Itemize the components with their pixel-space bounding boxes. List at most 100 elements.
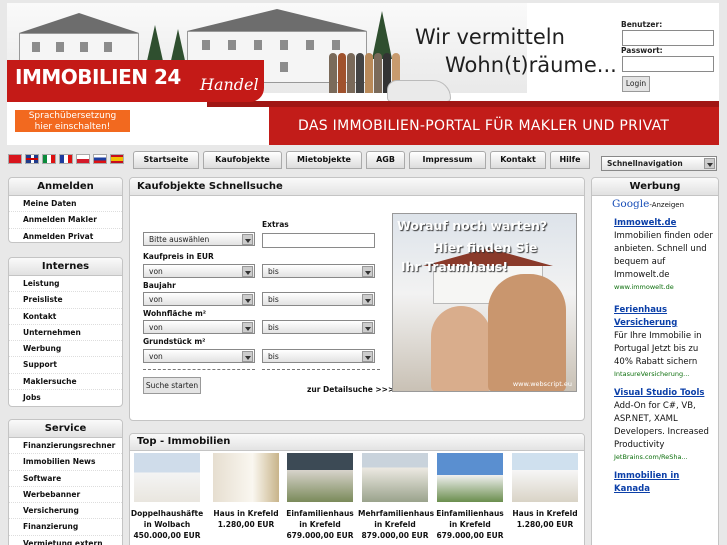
password-input[interactable] bbox=[622, 56, 714, 72]
promo-man-photo bbox=[488, 274, 566, 391]
login-button[interactable]: Login bbox=[622, 76, 650, 92]
logo-text: IMMOBILIEN 24 bbox=[15, 65, 181, 89]
chevron-down-icon bbox=[242, 351, 253, 362]
category-select[interactable]: Bitte auswählen bbox=[143, 232, 255, 246]
tab-kaufobjekte[interactable]: Kaufobjekte bbox=[203, 151, 282, 169]
tab-impressum[interactable]: Impressum bbox=[409, 151, 486, 169]
extras-input[interactable] bbox=[262, 233, 375, 248]
user-input[interactable] bbox=[622, 30, 714, 46]
promo-banner[interactable]: Worauf noch warten? Hier finden Sie Ihr … bbox=[392, 213, 577, 392]
tree-illustration bbox=[147, 25, 163, 61]
land-to-select[interactable]: bis bbox=[262, 349, 375, 363]
chevron-down-icon bbox=[242, 322, 253, 333]
menu-item-software[interactable]: Software bbox=[9, 471, 122, 487]
poland-flag-icon[interactable] bbox=[76, 154, 90, 164]
menu-item-versicherung[interactable]: Versicherung bbox=[9, 503, 122, 520]
menu-item-werbebanner[interactable]: Werbebanner bbox=[9, 487, 122, 504]
property-price: 679.000,00 EUR bbox=[286, 531, 354, 540]
top-item-5[interactable]: Einfamilienhaus in Krefeld 679.000,00 EU… bbox=[433, 453, 507, 541]
living-from-select[interactable]: von bbox=[143, 320, 255, 334]
portal-tagline: DAS IMMOBILIEN-PORTAL FÜR MAKLER UND PRI… bbox=[298, 118, 670, 134]
ad-title-1[interactable]: Immowelt.de bbox=[614, 217, 714, 230]
top-immobilien-title: Top - Immobilien bbox=[130, 434, 584, 451]
ad-url-2[interactable]: IntasureVersicherung... bbox=[614, 369, 714, 379]
top-item-6[interactable]: Haus in Krefeld 1.280,00 EUR bbox=[508, 453, 582, 530]
service-box: Service Finanzierungsrechner Immobilien … bbox=[8, 419, 123, 545]
chevron-down-icon bbox=[242, 266, 253, 277]
translation-line1: Sprachübersetzung bbox=[28, 111, 117, 121]
tab-hilfe[interactable]: Hilfe bbox=[550, 151, 590, 169]
anmelden-title: Anmelden bbox=[9, 178, 122, 196]
year-from-value: von bbox=[149, 295, 163, 304]
menu-item-preisliste[interactable]: Preisliste bbox=[9, 292, 122, 309]
menu-item-unternehmen[interactable]: Unternehmen bbox=[9, 325, 122, 342]
detail-search-link[interactable]: zur Detailsuche >>> bbox=[307, 385, 394, 394]
menu-item-maklersuche[interactable]: Maklersuche bbox=[9, 374, 122, 391]
top-item-4[interactable]: Mehrfamilienhaus in Krefeld 879.000,00 E… bbox=[358, 453, 435, 541]
divider bbox=[143, 369, 255, 370]
ad-title-4[interactable]: Immobilien in Kanada bbox=[614, 470, 714, 496]
menu-item-meine-daten[interactable]: Meine Daten bbox=[9, 196, 122, 213]
chevron-down-icon bbox=[362, 294, 373, 305]
top-item-2[interactable]: Haus in Krefeld 1.280,00 EUR bbox=[209, 453, 283, 530]
spain-flag-icon[interactable] bbox=[110, 154, 124, 164]
top-item-1[interactable]: Doppelhaushäfte in Wolbach 450.000,00 EU… bbox=[130, 453, 204, 541]
menu-item-immobilien-news[interactable]: Immobilien News bbox=[9, 454, 122, 471]
property-price: 879.000,00 EUR bbox=[361, 531, 429, 540]
divider bbox=[262, 369, 380, 370]
tab-kontakt[interactable]: Kontakt bbox=[490, 151, 546, 169]
ad-title-2[interactable]: Ferienhaus Versicherung bbox=[614, 304, 714, 330]
menu-item-finanzierungsrechner[interactable]: Finanzierungsrechner bbox=[9, 438, 122, 455]
search-start-button[interactable]: Suche starten bbox=[143, 377, 201, 394]
menu-item-leistung[interactable]: Leistung bbox=[9, 276, 122, 293]
property-name: Mehrfamilienhaus in Krefeld bbox=[358, 509, 435, 529]
uk-flag-icon[interactable] bbox=[25, 154, 39, 164]
menu-item-kontakt[interactable]: Kontakt bbox=[9, 309, 122, 325]
menu-item-support[interactable]: Support bbox=[9, 357, 122, 374]
ad-title-3[interactable]: Visual Studio Tools bbox=[614, 387, 714, 400]
tree-illustration bbox=[372, 11, 392, 59]
menu-item-jobs[interactable]: Jobs bbox=[9, 390, 122, 406]
menu-item-anmelden-privat[interactable]: Anmelden Privat bbox=[9, 229, 122, 245]
france-flag-icon[interactable] bbox=[59, 154, 73, 164]
ad-url-3[interactable]: JetBrains.com/ReSha... bbox=[614, 452, 714, 462]
land-from-select[interactable]: von bbox=[143, 349, 255, 363]
menu-item-anmelden-makler[interactable]: Anmelden Makler bbox=[9, 212, 122, 229]
russia-flag-icon[interactable] bbox=[93, 154, 107, 164]
promo-line2: Hier finden Sie bbox=[433, 240, 538, 255]
anmelden-box: Anmelden Meine Daten Anmelden Makler Anm… bbox=[8, 177, 123, 243]
living-from-value: von bbox=[149, 323, 163, 332]
top-item-3[interactable]: Einfamilienhaus in Krefeld 679.000,00 EU… bbox=[283, 453, 357, 541]
google-logo: Google bbox=[612, 198, 650, 210]
chevron-down-icon bbox=[362, 351, 373, 362]
password-label: Passwort: bbox=[621, 46, 663, 55]
quick-navigation-select[interactable]: Schnellnavigation bbox=[601, 156, 717, 171]
property-name: Doppelhaushäfte in Wolbach bbox=[130, 509, 204, 529]
promo-woman-photo bbox=[431, 306, 491, 391]
tab-startseite[interactable]: Startseite bbox=[133, 151, 199, 169]
car-photo bbox=[387, 80, 451, 102]
search-title: Kaufobjekte Schnellsuche bbox=[130, 178, 584, 196]
property-photo bbox=[362, 453, 428, 502]
tab-mietobjekte[interactable]: Mietobjekte bbox=[286, 151, 362, 169]
menu-item-finanzierung[interactable]: Finanzierung bbox=[9, 519, 122, 536]
property-price: 679.000,00 EUR bbox=[436, 531, 504, 540]
year-to-select[interactable]: bis bbox=[262, 292, 375, 306]
turkey-flag-icon[interactable] bbox=[8, 154, 22, 164]
menu-item-vermietung-extern[interactable]: Vermietung extern bbox=[9, 536, 122, 545]
category-select-value: Bitte auswählen bbox=[149, 235, 210, 244]
menu-item-werbung[interactable]: Werbung bbox=[9, 341, 122, 358]
price-from-select[interactable]: von bbox=[143, 264, 255, 278]
italy-flag-icon[interactable] bbox=[42, 154, 56, 164]
living-to-select[interactable]: bis bbox=[262, 320, 375, 334]
ad-url-1[interactable]: www.immowelt.de bbox=[614, 282, 714, 292]
chevron-down-icon bbox=[242, 294, 253, 305]
property-price: 1.280,00 EUR bbox=[516, 520, 574, 529]
price-to-select[interactable]: bis bbox=[262, 264, 375, 278]
year-from-select[interactable]: von bbox=[143, 292, 255, 306]
property-photo bbox=[437, 453, 503, 502]
logo-number: 24 bbox=[154, 65, 181, 89]
tab-agb[interactable]: AGB bbox=[366, 151, 405, 169]
logo-subtitle: Handel bbox=[200, 75, 259, 94]
translation-button[interactable]: Sprachübersetzung hier einschalten! bbox=[14, 109, 131, 133]
